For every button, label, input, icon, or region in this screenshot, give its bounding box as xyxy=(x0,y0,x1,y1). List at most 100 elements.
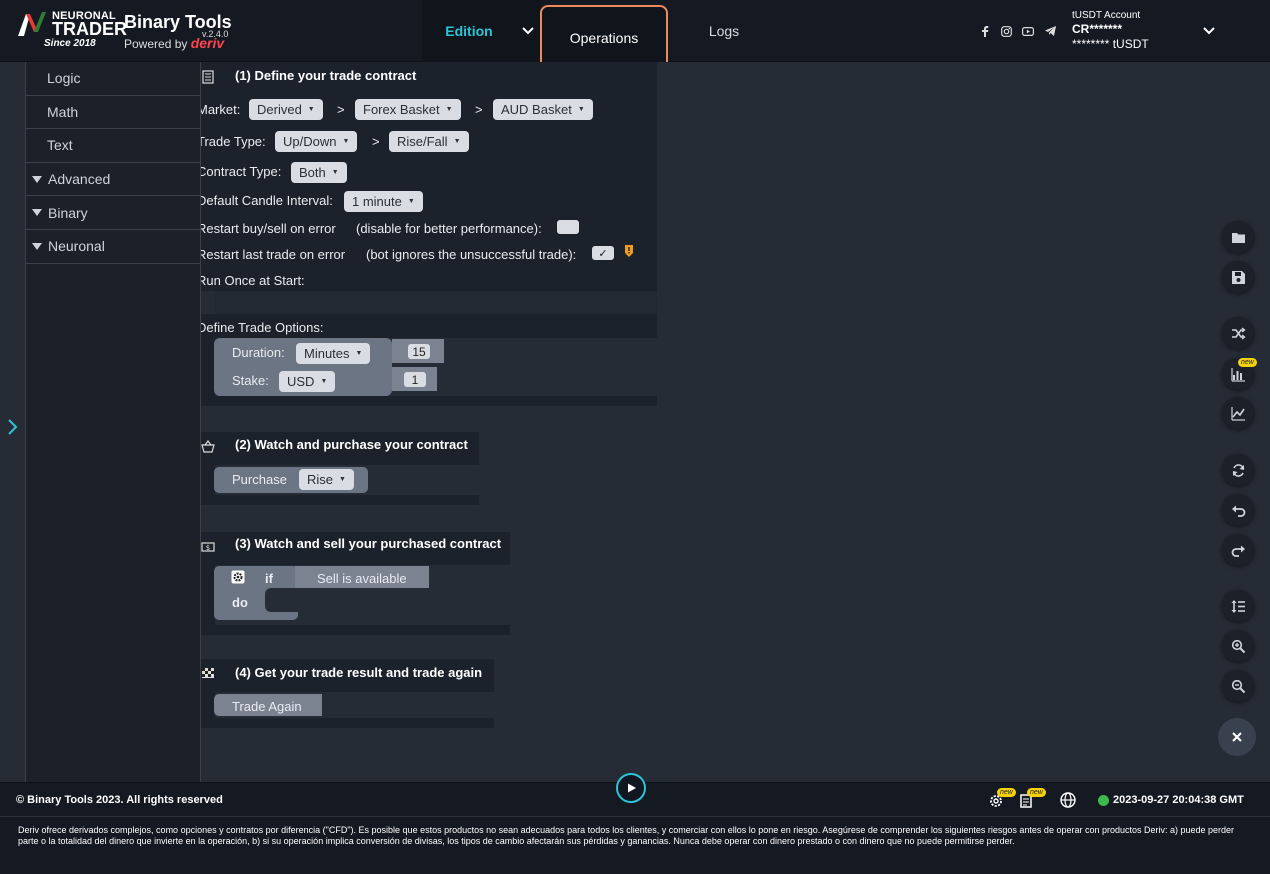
dropdown-value: Rise/Fall xyxy=(397,134,448,149)
redo-icon xyxy=(1231,545,1245,557)
facebook-icon[interactable] xyxy=(978,24,992,38)
dropdown-value: Up/Down xyxy=(283,134,337,149)
shuffle-button[interactable] xyxy=(1222,317,1254,349)
tab-edition-dropdown[interactable] xyxy=(516,0,540,62)
toolbox-category-label: Advanced xyxy=(48,171,111,188)
gear-icon[interactable] xyxy=(231,570,245,584)
sell-spine xyxy=(201,565,215,625)
basket-icon xyxy=(201,440,215,453)
undo-button[interactable] xyxy=(1222,494,1254,526)
zoom-in-icon xyxy=(1231,639,1245,653)
caret-down-icon: ▼ xyxy=(331,169,339,176)
purchase-spine xyxy=(201,465,215,495)
telegram-icon[interactable] xyxy=(1043,24,1057,38)
dropdown-value: 1 minute xyxy=(352,194,402,209)
logo[interactable]: NEURONAL TRADER Since 2018 Binary Tools … xyxy=(16,10,246,54)
close-toolbar-button[interactable] xyxy=(1218,718,1256,756)
toolbox-category-neuronal[interactable]: Neuronal xyxy=(26,230,200,264)
zoom-in-button[interactable] xyxy=(1222,630,1254,662)
purchase-bottom xyxy=(201,495,479,505)
account-menu-chevron-icon[interactable] xyxy=(1200,22,1218,40)
caret-down-icon: ▼ xyxy=(577,106,585,113)
toolbox-category-logic[interactable]: Logic xyxy=(26,62,200,96)
restart-last-label: Restart last trade on error xyxy=(201,247,346,262)
toolbox-category-label: Binary xyxy=(48,204,88,221)
do-statement-slot[interactable] xyxy=(265,588,301,612)
connection-status-dot xyxy=(1098,795,1109,806)
checkered-flag-icon xyxy=(202,668,214,678)
blocks-toolbox: Logic Math Text Advanced Binary Neuronal xyxy=(25,62,201,782)
trade-options-label: Define Trade Options: xyxy=(201,320,324,335)
app-root: NEURONAL TRADER Since 2018 Binary Tools … xyxy=(0,0,1270,874)
caret-down-icon: ▼ xyxy=(407,198,415,205)
tab-logs[interactable]: Logs xyxy=(680,0,768,62)
run-bot-button[interactable] xyxy=(616,773,646,803)
blockly-workspace[interactable]: (1) Define your trade contract Market: D… xyxy=(201,62,1270,782)
warning-icon[interactable] xyxy=(624,245,634,257)
caret-down-icon: ▼ xyxy=(355,350,363,357)
trade-type-dropdown[interactable]: Up/Down ▼ xyxy=(275,131,358,152)
expand-triangle-icon xyxy=(32,242,42,250)
run-once-slot[interactable] xyxy=(215,291,657,314)
trade-definition-bottom xyxy=(201,396,657,406)
restart-last-checkbox[interactable]: ✓ xyxy=(592,246,614,260)
youtube-icon[interactable] xyxy=(1021,24,1035,38)
sort-blocks-button[interactable] xyxy=(1222,590,1254,622)
zoom-out-button[interactable] xyxy=(1222,670,1254,702)
save-button[interactable] xyxy=(1222,261,1254,293)
contract-type-dropdown[interactable]: Both ▼ xyxy=(291,162,347,183)
chevron-right-icon[interactable] xyxy=(4,417,20,437)
deriv-wordmark: deriv xyxy=(190,35,225,51)
purchase-contract-dropdown[interactable]: Rise ▼ xyxy=(299,469,354,490)
run-once-label: Run Once at Start: xyxy=(201,273,305,288)
caret-down-icon: ▼ xyxy=(453,138,461,145)
trade-type-label: Trade Type: xyxy=(201,134,266,149)
candle-interval-dropdown[interactable]: 1 minute ▼ xyxy=(344,191,423,212)
account-label[interactable]: tUSDT Account xyxy=(1072,10,1140,21)
risk-disclaimer: Deriv ofrece derivados complejos, como o… xyxy=(0,816,1270,874)
duration-value-input[interactable]: 15 xyxy=(408,344,430,359)
restart-buy-label: Restart buy/sell on error xyxy=(201,221,336,236)
restart-buy-hint: (disable for better performance): xyxy=(356,221,542,236)
account-id[interactable]: CR******* xyxy=(1072,22,1122,36)
flyout-toggle-strip xyxy=(0,62,25,782)
currency-dropdown[interactable]: USD ▼ xyxy=(279,371,336,392)
account-balance[interactable]: ******** tUSDT xyxy=(1072,37,1149,51)
tab-edition[interactable]: Edition xyxy=(422,0,516,62)
sell-condition-label: Sell is available xyxy=(317,571,407,586)
toolbox-category-math[interactable]: Math xyxy=(26,96,200,130)
toolbox-category-advanced[interactable]: Advanced xyxy=(26,163,200,197)
if-label: if xyxy=(265,571,273,586)
symbol-dropdown[interactable]: AUD Basket ▼ xyxy=(493,99,593,120)
new-badge: new xyxy=(1027,788,1046,797)
duration-unit-dropdown[interactable]: Minutes ▼ xyxy=(296,343,371,364)
logo-trader: TRADER xyxy=(52,19,127,39)
restart-buy-checkbox[interactable] xyxy=(557,220,579,234)
candle-interval-label: Default Candle Interval: xyxy=(201,193,333,208)
toolbox-category-binary[interactable]: Binary xyxy=(26,196,200,230)
reset-button[interactable] xyxy=(1222,454,1254,486)
stake-label: Stake: xyxy=(232,373,269,388)
expand-triangle-icon xyxy=(32,175,42,183)
instagram-icon[interactable] xyxy=(999,24,1013,38)
bar-chart-icon xyxy=(1230,367,1245,382)
open-folder-button[interactable] xyxy=(1222,221,1254,253)
new-badge: new xyxy=(1238,358,1257,367)
close-icon xyxy=(1232,732,1242,742)
undo-icon xyxy=(1231,505,1245,517)
dropdown-value: USD xyxy=(287,374,315,389)
line-chart-button[interactable] xyxy=(1222,397,1254,429)
trade-subtype-dropdown[interactable]: Rise/Fall ▼ xyxy=(389,131,469,152)
market-dropdown[interactable]: Derived ▼ xyxy=(249,99,323,120)
redo-button[interactable] xyxy=(1222,534,1254,566)
block-title: (4) Get your trade result and trade agai… xyxy=(235,665,483,680)
submarket-dropdown[interactable]: Forex Basket ▼ xyxy=(355,99,461,120)
trade-again-label: Trade Again xyxy=(232,699,302,714)
caret-down-icon: ▼ xyxy=(307,106,315,113)
restart-last-hint: (bot ignores the unsuccessful trade): xyxy=(366,247,577,262)
sort-icon xyxy=(1231,599,1245,613)
globe-icon[interactable] xyxy=(1059,791,1077,809)
dropdown-value: Rise xyxy=(307,472,334,487)
stake-value-input[interactable]: 1 xyxy=(404,372,426,387)
toolbox-category-text[interactable]: Text xyxy=(26,129,200,163)
